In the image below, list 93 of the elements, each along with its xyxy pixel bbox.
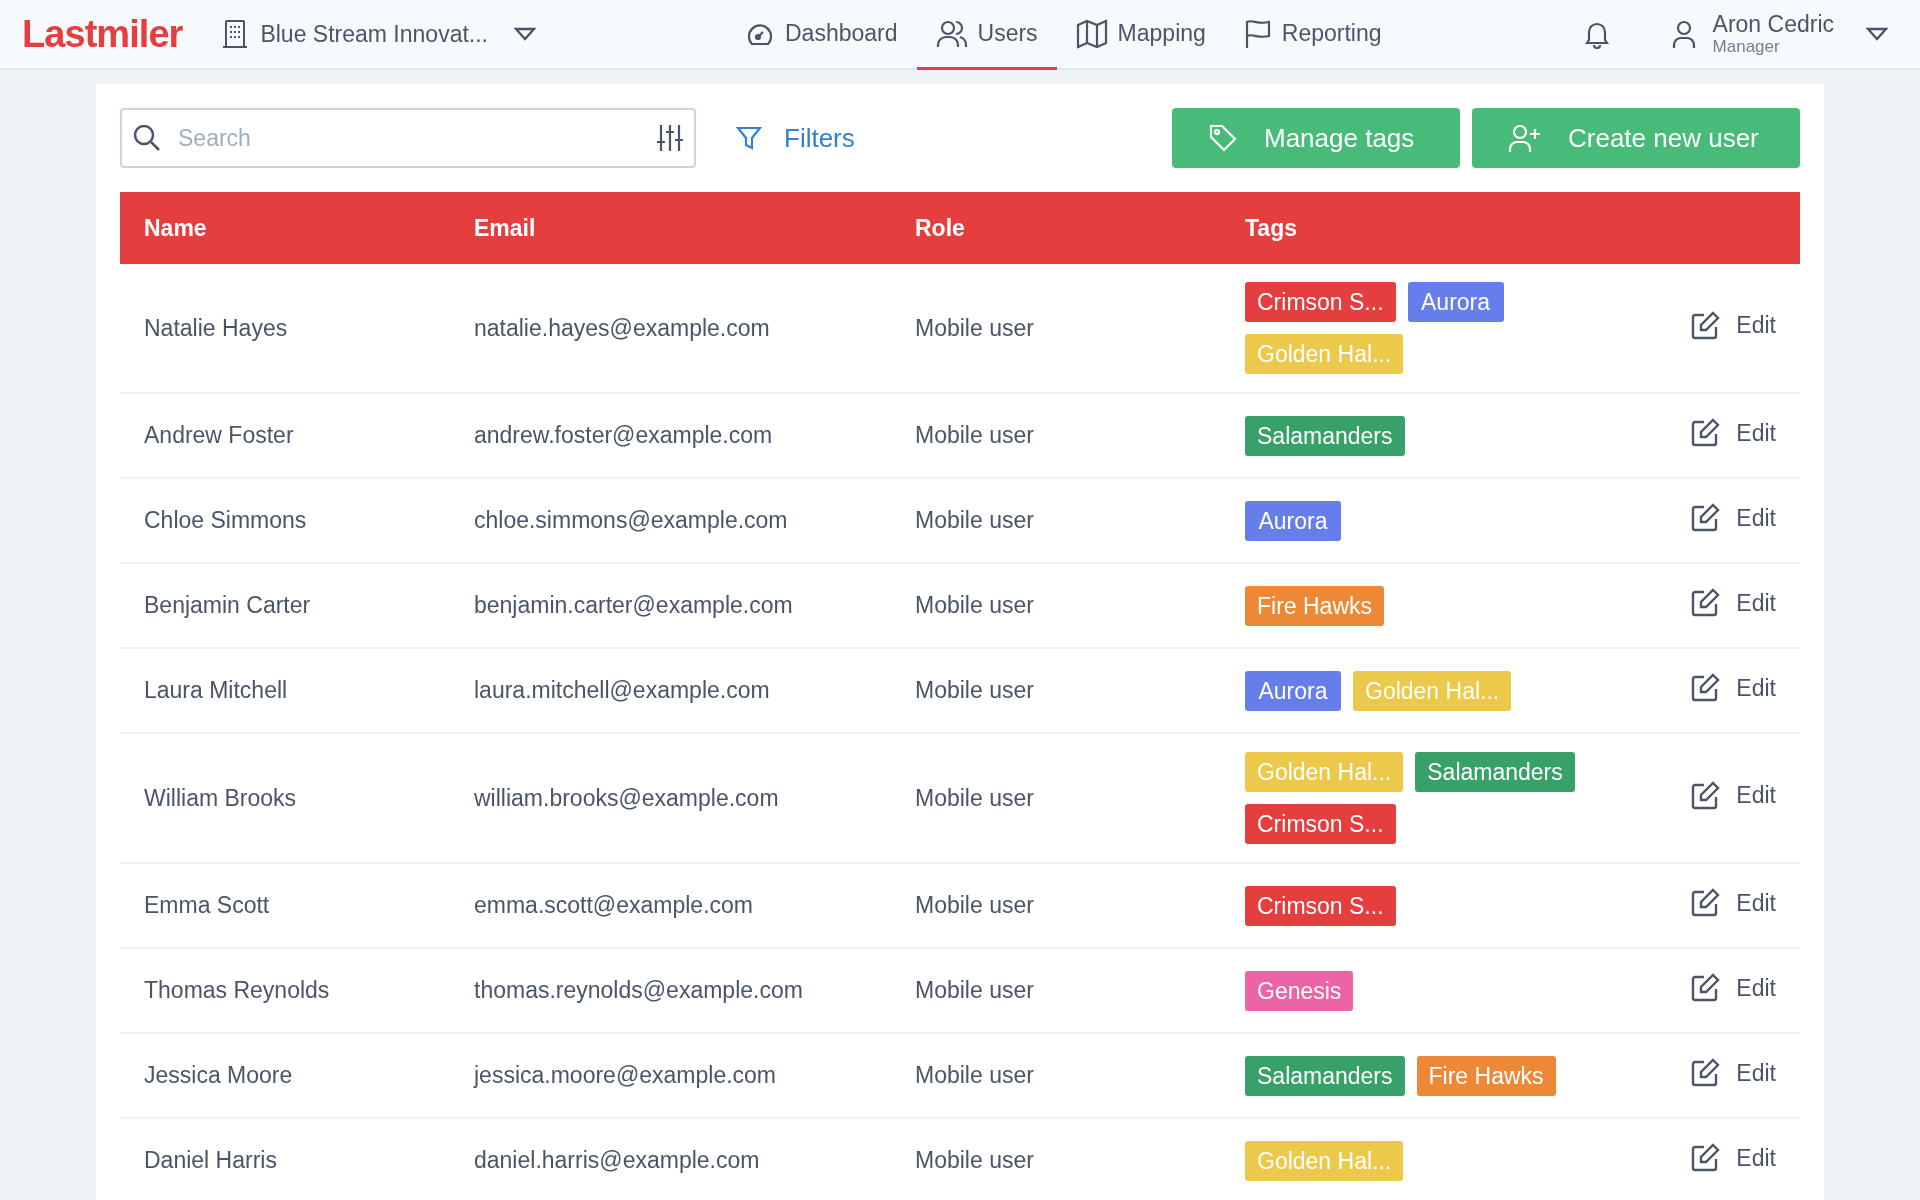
table-cell: Laura Mitchell [120,648,450,733]
search-icon [132,123,162,153]
edit-icon [1690,1143,1721,1174]
user-role: Manager [1712,38,1780,55]
search-field[interactable]: Search [120,108,696,168]
flag-icon [1243,18,1272,49]
table-cell: thomas.reynolds@example.com [450,948,891,1033]
caret-icon [514,27,536,41]
tag-label: Salamanders [1245,1055,1405,1096]
edit-button[interactable]: Edit [1690,500,1776,536]
table-cell: jessica.moore@example.com [450,1033,891,1118]
edit-icon [1690,588,1721,619]
tag-label: Crimson S... [1245,282,1396,322]
tag-label: Crimson S... [1245,804,1396,844]
table-cell: william.brooks@example.com [450,733,891,863]
edit-button[interactable]: Edit [1690,970,1776,1006]
edit-icon [1690,503,1721,534]
edit-icon [1690,780,1721,811]
table-cell: Mobile user [891,863,1221,948]
table-cell: Mobile user [891,264,1221,393]
organization-dropdown[interactable]: Blue Stream Innovat... [260,16,536,52]
edit-icon [1690,418,1721,449]
user-menu[interactable]: Aron Cedric Manager [1670,13,1888,55]
tag-label: Crimson S... [1245,885,1396,926]
edit-icon [1690,1058,1721,1089]
tag-label: Fire Hawks [1416,1055,1556,1096]
table-cell: daniel.harris@example.com [450,1118,891,1200]
tag-icon [1208,123,1238,153]
edit-button[interactable]: Edit [1690,670,1776,706]
edit-icon [1690,310,1721,341]
building-icon [222,19,249,49]
user-icon [1670,19,1697,49]
table-cell: emma.scott@example.com [450,863,891,948]
edit-button[interactable]: Edit [1690,1140,1776,1176]
edit-button[interactable]: Edit [1690,778,1776,813]
table-cell: Mobile user [891,648,1221,733]
filter-icon [736,125,762,151]
nav-tab[interactable]: Mapping [1056,0,1225,70]
nav-tab[interactable]: Reporting [1224,0,1401,70]
table-cell: Thomas Reynolds [120,948,450,1033]
table-cell: Mobile user [891,478,1221,563]
users-icon [935,18,968,49]
table-cell: Mobile user [891,1118,1221,1200]
tag-label: Aurora [1245,500,1341,541]
table-cell: chloe.simmons@example.com [450,478,891,563]
caret-icon [1866,27,1888,41]
nav-tab[interactable]: Users [916,0,1057,70]
tag-label: Salamanders [1415,752,1575,792]
edit-icon [1690,673,1721,704]
tag-label: Golden Hal... [1245,334,1404,374]
table-cell: Benjamin Carter [120,563,450,648]
table-cell: Mobile user [891,393,1221,478]
edit-button[interactable]: Edit [1690,585,1776,621]
tag-label: Aurora [1245,670,1341,711]
nav-tab[interactable]: Dashboard [726,0,917,70]
brand-logo[interactable]: Lastmiler [22,5,183,63]
edit-button[interactable]: Edit [1690,415,1776,451]
table-cell: andrew.foster@example.com [450,393,891,478]
table-cell: Emma Scott [120,863,450,948]
tag-label: Fire Hawks [1245,585,1384,626]
column-header: Role [891,192,1221,264]
table-cell: Mobile user [891,948,1221,1033]
user-name: Aron Cedric [1712,13,1834,36]
tag-label: Aurora [1407,282,1504,322]
tag-label: Golden Hal... [1245,752,1404,792]
filters-button[interactable]: Filters [736,118,855,158]
table-cell: natalie.hayes@example.com [450,264,891,393]
edit-button[interactable]: Edit [1690,885,1776,921]
map-icon [1075,18,1108,49]
table-cell: benjamin.carter@example.com [450,563,891,648]
table-cell: laura.mitchell@example.com [450,648,891,733]
table-cell: Mobile user [891,563,1221,648]
user-plus-icon [1508,123,1542,153]
sliders-icon[interactable] [656,123,684,153]
table-cell: Mobile user [891,733,1221,863]
table-cell: Daniel Harris [120,1118,450,1200]
table-cell: Mobile user [891,1033,1221,1118]
column-header: Email [450,192,891,264]
tag-label: Genesis [1245,970,1354,1011]
tag-label: Salamanders [1245,415,1405,456]
edit-button[interactable]: Edit [1690,308,1776,343]
column-header: Name [120,192,450,264]
edit-icon [1690,973,1721,1004]
table-cell: Chloe Simmons [120,478,450,563]
edit-icon [1690,888,1721,919]
table-cell: Natalie Hayes [120,264,450,393]
table-cell: William Brooks [120,733,450,863]
edit-button[interactable]: Edit [1690,1055,1776,1091]
table-cell: Andrew Foster [120,393,450,478]
tag-label: Golden Hal... [1353,670,1512,711]
table-cell: Jessica Moore [120,1033,450,1118]
column-header: Tags [1221,192,1678,264]
tag-label: Golden Hal... [1245,1140,1404,1181]
